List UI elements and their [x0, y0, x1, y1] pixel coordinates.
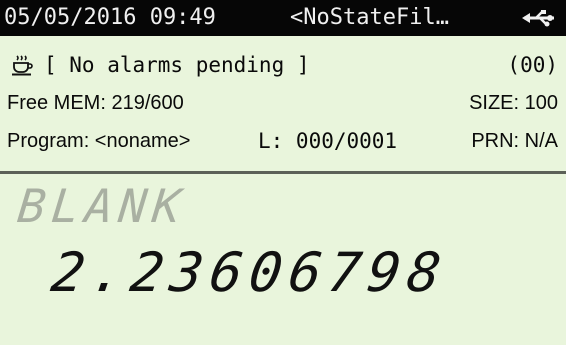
alarm-count: (00): [507, 53, 558, 77]
program-location-label: L: 000/0001: [258, 129, 398, 153]
usb-connection-icon: [522, 10, 554, 27]
program-label: Program: <noname>: [7, 130, 191, 152]
coffee-cup-icon: [12, 55, 33, 76]
lcd-annunciator: BLANK: [15, 179, 190, 233]
datetime-label: 05/05/2016 09:49: [4, 5, 216, 30]
size-label: SIZE: 100: [469, 92, 558, 114]
printer-label: PRN: N/A: [471, 130, 558, 152]
title-bar: 05/05/2016 09:49 <NoStateFil…: [0, 0, 566, 36]
alarm-row: [ No alarms pending ] (00): [0, 47, 566, 83]
free-memory-label: Free MEM: 219/600: [7, 92, 184, 114]
memory-row: Free MEM: 219/600 SIZE: 100: [0, 85, 566, 121]
lcd-main-display: 2.23606798: [47, 241, 452, 304]
program-row: Program: <noname> L: 000/0001 PRN: N/A: [0, 123, 566, 159]
alarm-status-text: [ No alarms pending ]: [44, 53, 310, 77]
state-file-label: <NoStateFil…: [290, 5, 449, 30]
calculator-screen: 05/05/2016 09:49 <NoStateFil… [ No alarm…: [0, 0, 566, 345]
divider: [0, 171, 566, 174]
